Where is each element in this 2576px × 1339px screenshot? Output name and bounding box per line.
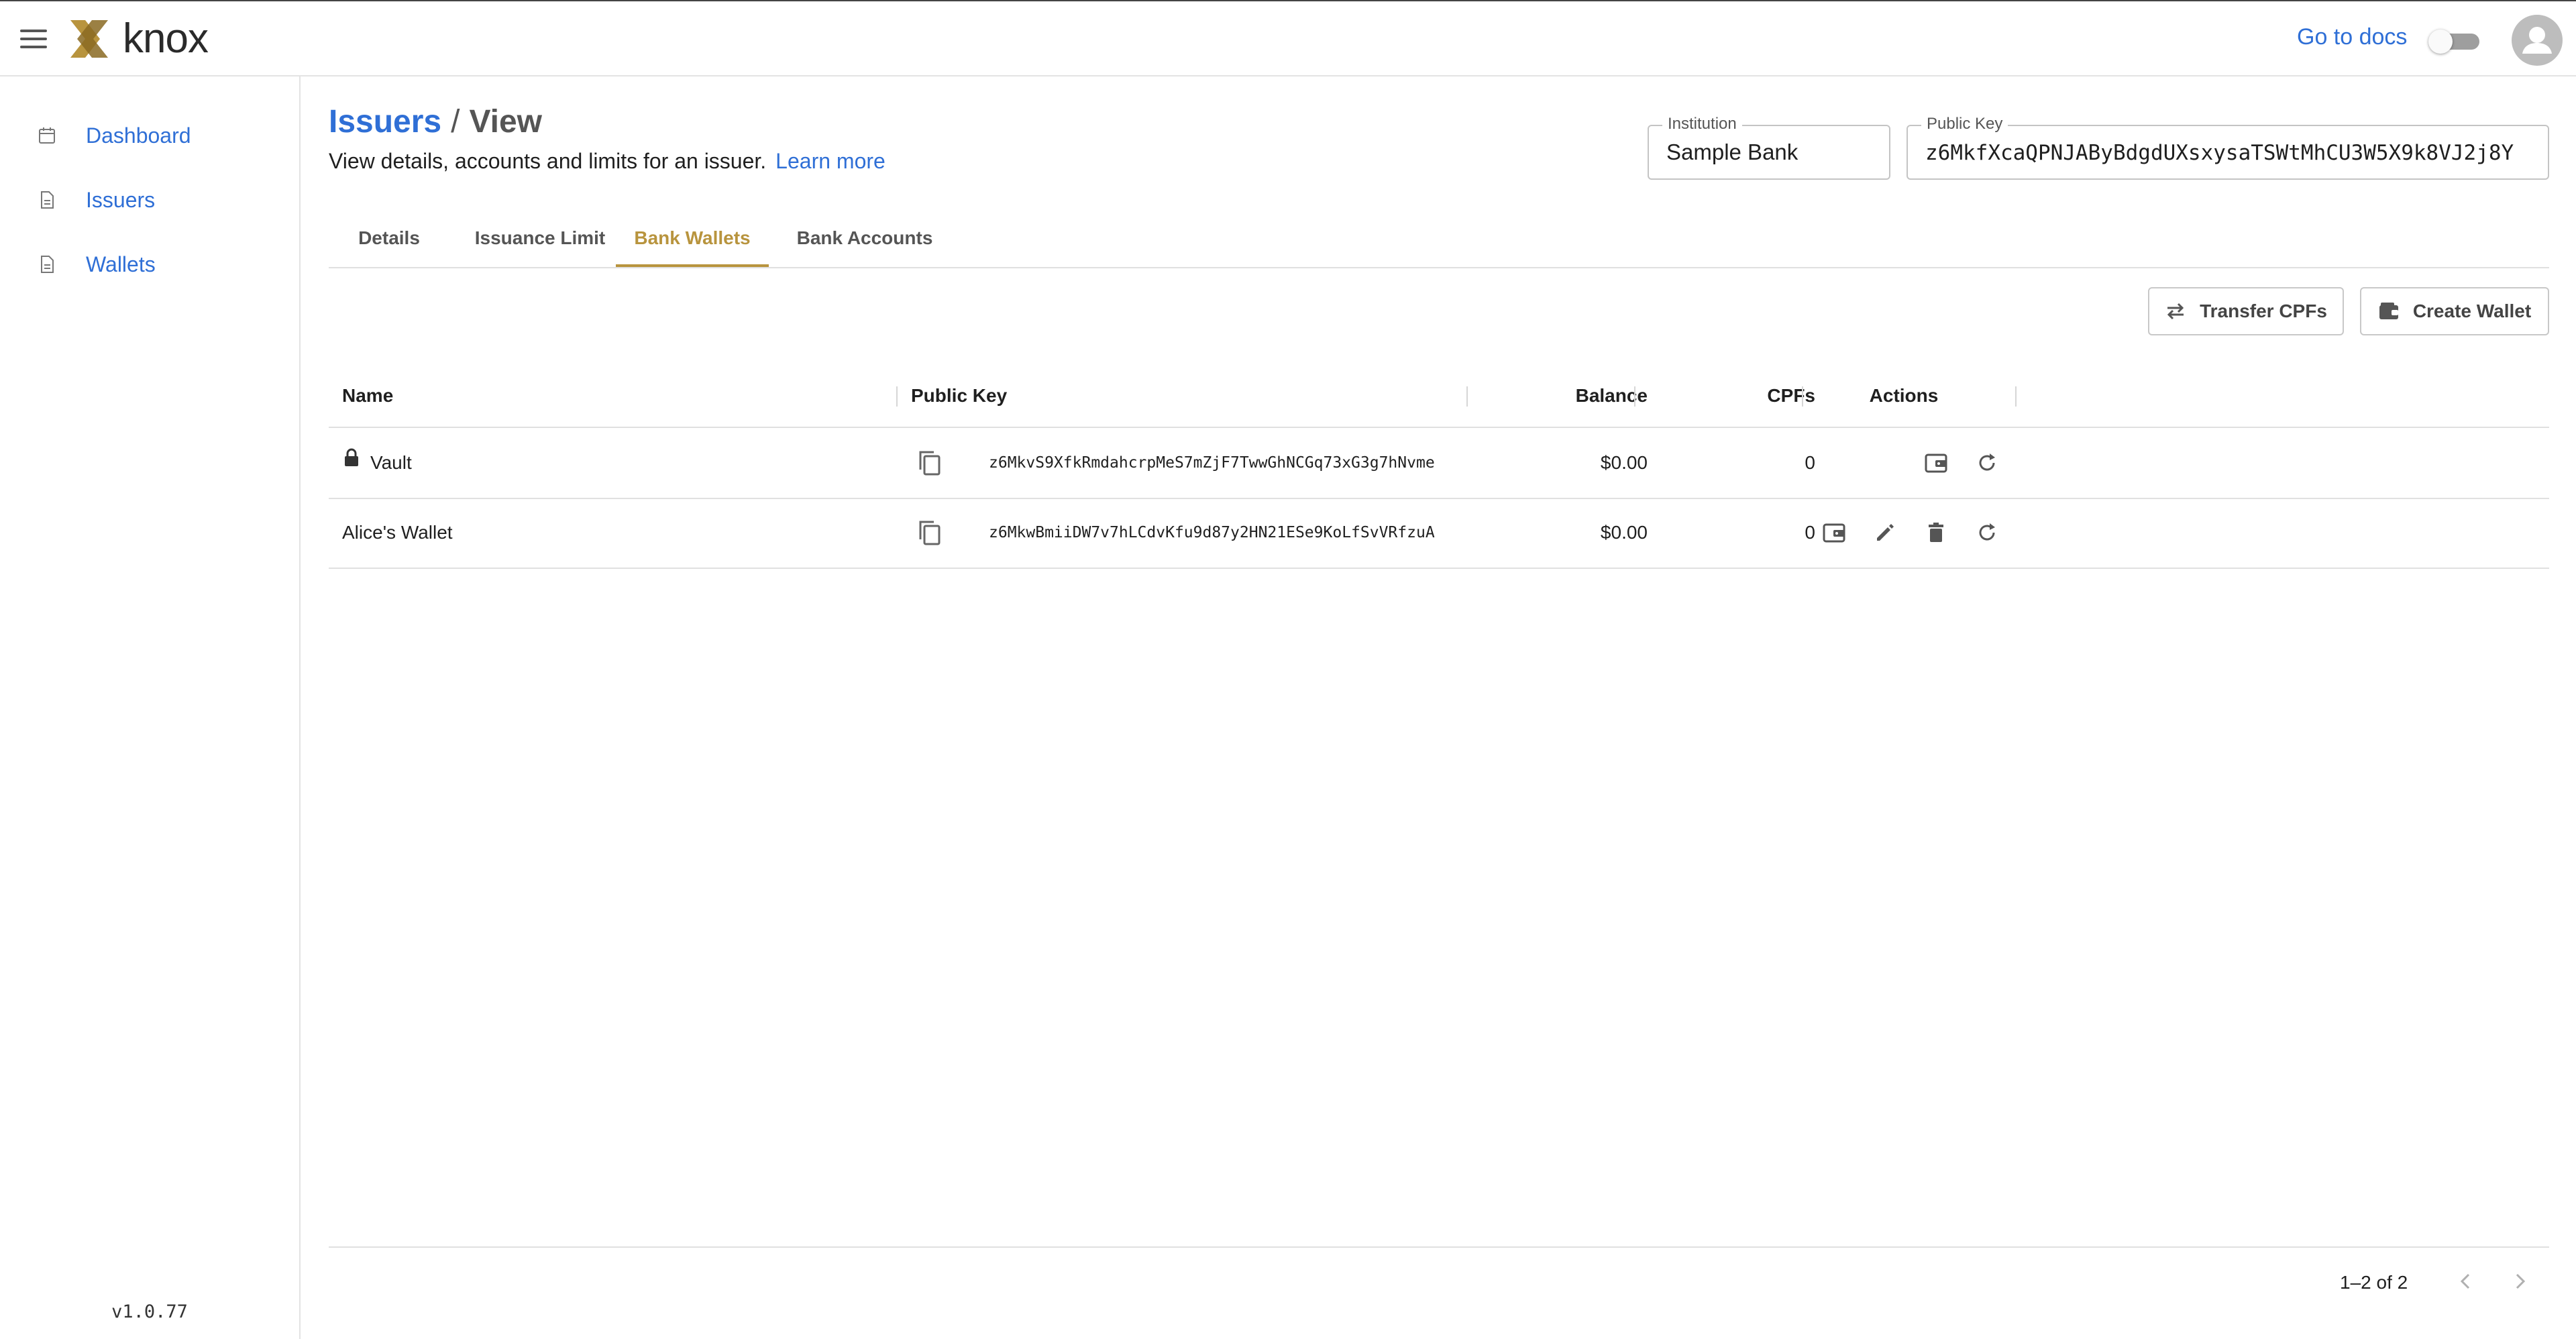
refresh-icon[interactable] — [1972, 518, 2002, 547]
next-page-button[interactable] — [2504, 1265, 2536, 1297]
table-footer-divider — [329, 1246, 2549, 1248]
theme-toggle[interactable] — [2428, 30, 2479, 54]
person-icon — [2522, 27, 2552, 54]
wallet-name: Alice's Wallet — [342, 522, 453, 543]
swap-icon — [2167, 303, 2184, 320]
sidebar-item-dashboard[interactable]: Dashboard — [38, 115, 191, 156]
table-header: Name Public Key Balance CPFs Actions — [329, 365, 2549, 428]
create-wallet-button[interactable]: Create Wallet — [2360, 287, 2549, 335]
wallet-cpfs: 0 — [1805, 452, 1815, 473]
tab-bank-wallets[interactable]: Bank Wallets — [616, 209, 769, 267]
wallet-icon[interactable] — [1819, 518, 1849, 547]
column-resize-handle[interactable] — [1466, 386, 1468, 407]
page-subtitle: View details, accounts and limits for an… — [329, 149, 885, 174]
user-avatar[interactable] — [2512, 15, 2563, 66]
public-key-label: Public Key — [1921, 115, 2008, 133]
institution-value: Sample Bank — [1666, 140, 1799, 164]
tab-bar: Details Issuance Limit Bank Wallets Bank… — [329, 209, 2549, 268]
column-header-cpfs[interactable]: CPFs — [1650, 365, 1815, 427]
edit-icon[interactable] — [1870, 518, 1900, 547]
wallet-balance: $0.00 — [1600, 522, 1648, 543]
public-key-value: z6MkfXcaQPNJAByBdgdUXsxysaTSWtMhCU3W5X9k… — [1925, 141, 2514, 165]
calendar-icon — [39, 127, 55, 144]
menu-icon[interactable] — [19, 25, 48, 52]
transfer-cpfs-button[interactable]: Transfer CPFs — [2148, 287, 2344, 335]
breadcrumb-separator: / — [451, 104, 460, 140]
column-header-actions: Actions — [1869, 385, 1939, 406]
wallet-icon[interactable] — [1921, 448, 1951, 478]
column-resize-handle[interactable] — [1634, 386, 1635, 407]
column-resize-handle[interactable] — [896, 386, 898, 407]
copy-icon[interactable] — [915, 518, 945, 547]
tab-issuance-limit[interactable]: Issuance Limit — [456, 209, 624, 267]
tab-bank-accounts[interactable]: Bank Accounts — [777, 209, 953, 267]
column-header-name[interactable]: Name — [342, 365, 393, 427]
chevron-right-icon — [2516, 1273, 2526, 1289]
table-row[interactable]: Vault z6MkvS9XfkRmdahcrpMeS7mZjF7TwwGhNC… — [329, 428, 2549, 499]
table-row[interactable]: Alice's Wallet z6MkwBmiiDW7v7hLCdvKfu9d8… — [329, 498, 2549, 569]
document-icon — [41, 256, 54, 273]
institution-label: Institution — [1662, 115, 1742, 133]
main-content: Issuers / View View details, accounts and … — [301, 76, 2576, 1339]
tab-details[interactable]: Details — [329, 209, 449, 267]
public-key-field[interactable]: Public Key z6MkfXcaQPNJAByBdgdUXsxysaTSW… — [1907, 115, 2549, 180]
knox-logo-icon — [70, 20, 108, 58]
transfer-cpfs-label: Transfer CPFs — [2200, 301, 2327, 321]
previous-page-button[interactable] — [2450, 1265, 2482, 1297]
column-header-public-key[interactable]: Public Key — [911, 365, 1007, 427]
sidebar-item-label: Wallets — [86, 252, 156, 276]
chevron-left-icon — [2460, 1273, 2470, 1289]
pagination-range: 1–2 of 2 — [2340, 1272, 2408, 1293]
wallet-public-key: z6MkwBmiiDW7v7hLCdvKfu9d87y2HN21ESe9KoLf… — [989, 524, 1435, 541]
document-icon — [41, 191, 54, 209]
lock-icon — [345, 448, 358, 466]
column-resize-handle[interactable] — [2015, 386, 2017, 407]
copy-icon[interactable] — [915, 448, 945, 478]
sidebar: Dashboard Issuers Wallets v1.0.77 — [0, 76, 301, 1339]
logo-text: knox — [123, 15, 209, 62]
sidebar-item-wallets[interactable]: Wallets — [38, 244, 156, 284]
delete-icon[interactable] — [1921, 518, 1951, 547]
top-app-bar: knox Go to docs — [0, 0, 2576, 76]
wallet-name: Vault — [370, 452, 412, 473]
column-header-balance[interactable]: Balance — [1483, 365, 1648, 427]
page-title: View — [469, 104, 542, 140]
wallet-cpfs: 0 — [1805, 522, 1815, 543]
refresh-icon[interactable] — [1972, 448, 2002, 478]
subtitle-text: View details, accounts and limits for an… — [329, 149, 767, 173]
create-wallet-label: Create Wallet — [2412, 301, 2532, 321]
breadcrumb: Issuers / View — [329, 103, 542, 140]
breadcrumb-issuers-link[interactable]: Issuers — [329, 104, 441, 140]
app-version: v1.0.77 — [111, 1301, 188, 1322]
learn-more-link[interactable]: Learn more — [775, 149, 885, 173]
logo[interactable]: knox — [70, 15, 209, 62]
sidebar-item-label: Dashboard — [86, 123, 191, 148]
sidebar-item-label: Issuers — [86, 187, 156, 212]
wallet-balance: $0.00 — [1600, 452, 1648, 473]
go-to-docs-link[interactable]: Go to docs — [2297, 24, 2407, 50]
wallet-public-key: z6MkvS9XfkRmdahcrpMeS7mZjF7TwwGhNCGq73xG… — [989, 454, 1435, 472]
column-resize-handle[interactable] — [1802, 386, 1803, 407]
institution-field[interactable]: Institution Sample Bank — [1648, 115, 1890, 180]
sidebar-item-issuers[interactable]: Issuers — [38, 180, 155, 220]
wallet-icon — [2379, 303, 2398, 319]
